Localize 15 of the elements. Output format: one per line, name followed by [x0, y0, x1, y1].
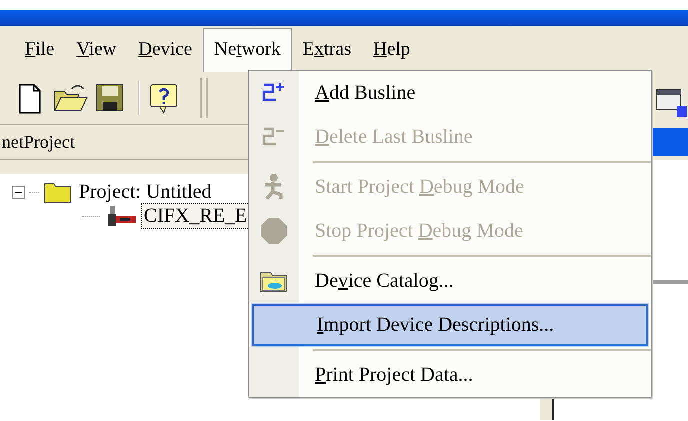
- tree-item[interactable]: Project: Untitled: [77, 180, 214, 204]
- stop-sign-icon: [260, 217, 288, 245]
- menu-item[interactable]: Extras: [292, 28, 362, 72]
- menu-item[interactable]: Device: [128, 28, 204, 72]
- menu-item[interactable]: View: [66, 28, 128, 72]
- menu-option[interactable]: Print Project Data...: [249, 353, 651, 397]
- tree-item[interactable]: CIFX_RE_E: [142, 204, 250, 228]
- collapse-toggle[interactable]: [12, 186, 25, 198]
- menu-item[interactable]: Network: [203, 28, 292, 72]
- busline: [650, 280, 688, 284]
- menu-item[interactable]: Help: [362, 28, 422, 72]
- toolbar-grip[interactable]: [200, 78, 208, 118]
- menu-option[interactable]: Import Device Descriptions...: [251, 303, 649, 347]
- menu-item[interactable]: File: [14, 28, 66, 72]
- menu-option[interactable]: Device Catalog...: [249, 259, 651, 303]
